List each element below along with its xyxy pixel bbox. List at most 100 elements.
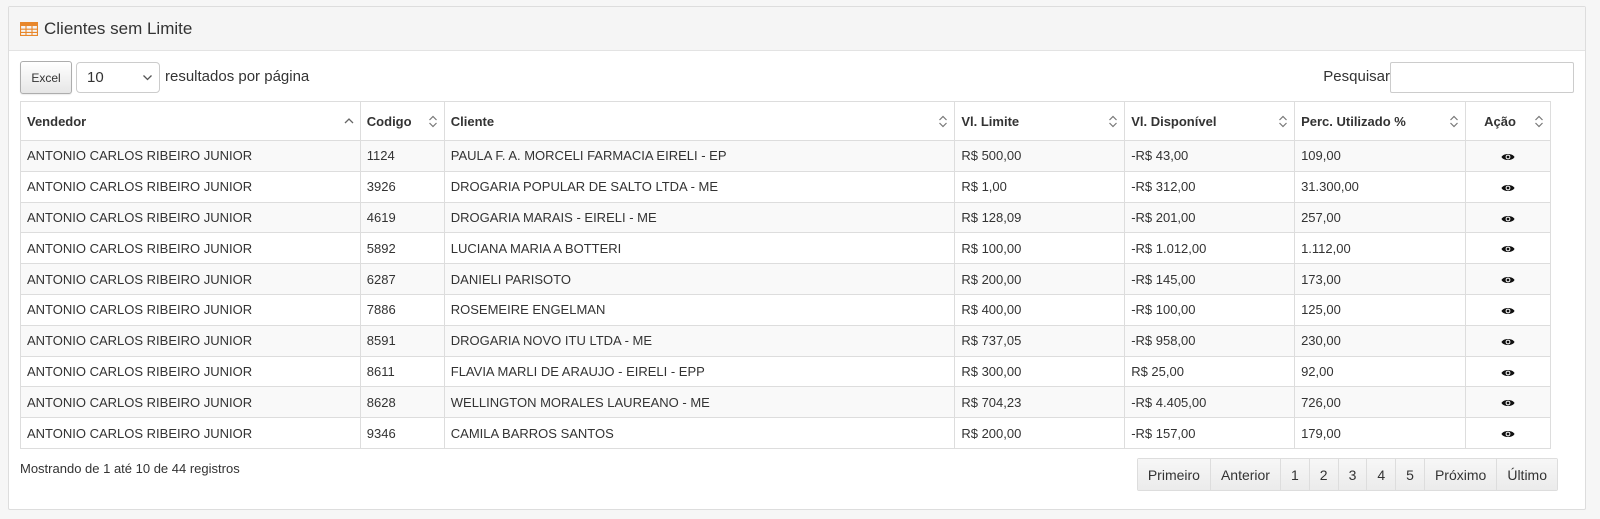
cell-codigo: 5892 [359,232,445,265]
eye-icon[interactable] [1501,275,1515,285]
eye-icon[interactable] [1501,183,1515,193]
search-label: Pesquisar [1323,68,1390,85]
pagination-primeiro[interactable]: Primeiro [1137,459,1210,490]
page-size-label: resultados por página [165,68,310,85]
column-header-label: Cliente [450,113,495,129]
cell-limite: R$ 400,00 [954,293,1126,326]
cell-cliente: DANIELI PARISOTO [443,263,956,295]
cell-action [1465,324,1551,357]
records-info: Mostrando de 1 até 10 de 44 registros [20,461,240,476]
column-header-label: Vl. Limite [961,113,1020,129]
cell-codigo: 8591 [359,324,445,357]
column-header-perc-utilizado[interactable]: Perc. Utilizado % [1294,101,1466,141]
cell-cliente: DROGARIA NOVO ITU LTDA - ME [443,324,956,357]
cell-disponivel: -R$ 145,00 [1124,263,1296,295]
table-header-row: Vendedor Codigo Cliente Vl. Limite Vl. Dispo… [20,101,1551,141]
cell-perc: 726,00 [1294,386,1466,419]
cell-vendedor: ANTONIO CARLOS RIBEIRO JUNIOR [20,386,361,419]
panel-title: Clientes sem Limite [44,18,193,38]
pagination: Primeiro Anterior 1 2 3 4 5 Próximo Último [1136,458,1558,491]
cell-disponivel: -R$ 312,00 [1124,170,1296,203]
table-row: ANTONIO CARLOS RIBEIRO JUNIOR 7886 ROSEMEI… [20,293,1551,326]
cell-codigo: 9346 [359,417,445,449]
cell-limite: R$ 500,00 [954,140,1126,172]
cell-vendedor: ANTONIO CARLOS RIBEIRO JUNIOR [20,170,361,203]
cell-perc: 1.112,00 [1294,232,1466,265]
cell-vendedor: ANTONIO CARLOS RIBEIRO JUNIOR [20,232,361,265]
column-header-vendedor[interactable]: Vendedor [20,101,361,141]
table-row: ANTONIO CARLOS RIBEIRO JUNIOR 5892 LUCIANA… [20,232,1551,265]
table-row: ANTONIO CARLOS RIBEIRO JUNIOR 8591 DROGARI… [20,324,1551,357]
table-toolbar: Excel 10 resultados por página Pesquisar [20,61,1574,95]
table-row: ANTONIO CARLOS RIBEIRO JUNIOR 4619 DROGARI… [20,201,1551,234]
cell-disponivel: -R$ 43,00 [1124,140,1296,172]
cell-perc: 125,00 [1294,293,1466,326]
eye-icon[interactable] [1501,306,1515,316]
cell-action [1465,140,1551,172]
cell-codigo: 8611 [359,355,445,388]
cell-perc: 109,00 [1294,140,1466,172]
column-header-cliente[interactable]: Cliente [443,101,956,141]
table-row: ANTONIO CARLOS RIBEIRO JUNIOR 6287 DANIELI… [20,263,1551,295]
cell-vendedor: ANTONIO CARLOS RIBEIRO JUNIOR [20,355,361,388]
column-header-label: Codigo [366,113,412,129]
table-row: ANTONIO CARLOS RIBEIRO JUNIOR 8611 FLAVIA … [20,355,1551,388]
table-row: ANTONIO CARLOS RIBEIRO JUNIOR 9346 CAMILA … [20,417,1551,449]
cell-perc: 257,00 [1294,201,1466,234]
cell-vendedor: ANTONIO CARLOS RIBEIRO JUNIOR [20,324,361,357]
cell-limite: R$ 100,00 [954,232,1126,265]
cell-codigo: 6287 [359,263,445,295]
cell-cliente: ROSEMEIRE ENGELMAN [443,293,956,326]
cell-limite: R$ 704,23 [954,386,1126,419]
pagination-page-2[interactable]: 2 [1308,459,1338,490]
cell-action [1465,201,1551,234]
cell-limite: R$ 737,05 [954,324,1126,357]
cell-disponivel: -R$ 958,00 [1124,324,1296,357]
table-row: ANTONIO CARLOS RIBEIRO JUNIOR 3926 DROGARI… [20,170,1551,203]
cell-perc: 173,00 [1294,263,1466,295]
cell-cliente: CAMILA BARROS SANTOS [443,417,956,449]
clients-table: Vendedor Codigo Cliente Vl. Limite Vl. Dispo… [20,101,1551,449]
pagination-proximo[interactable]: Próximo [1423,459,1497,490]
table-row: ANTONIO CARLOS RIBEIRO JUNIOR 8628 WELLING… [20,386,1551,419]
cell-perc: 230,00 [1294,324,1466,357]
page-size-select[interactable]: 10 [76,62,160,93]
pagination-page-4[interactable]: 4 [1366,459,1396,490]
excel-export-button[interactable]: Excel [20,61,72,94]
eye-icon[interactable] [1501,337,1515,347]
pagination-page-5[interactable]: 5 [1395,459,1424,490]
cell-perc: 31.300,00 [1294,170,1466,203]
cell-disponivel: R$ 25,00 [1124,355,1296,388]
column-header-a-o[interactable]: Ação [1465,101,1551,141]
cell-codigo: 8628 [359,386,445,419]
sort-both-icon [939,115,948,128]
eye-icon[interactable] [1501,398,1515,408]
pagination-page-3[interactable]: 3 [1337,459,1367,490]
eye-icon[interactable] [1501,152,1515,162]
eye-icon[interactable] [1501,368,1515,378]
search-input[interactable] [1390,62,1574,93]
cell-action [1465,293,1551,326]
cell-action [1465,232,1551,265]
chevron-down-icon [143,75,152,81]
pagination-anterior[interactable]: Anterior [1209,459,1280,490]
sort-both-icon [1279,115,1288,128]
cell-limite: R$ 128,09 [954,201,1126,234]
cell-disponivel: -R$ 4.405,00 [1124,386,1296,419]
cell-action [1465,355,1551,388]
cell-limite: R$ 200,00 [954,263,1126,295]
pagination-page-1[interactable]: 1 [1279,459,1309,490]
pagination-ultimo[interactable]: Último [1496,459,1557,490]
cell-disponivel: -R$ 201,00 [1124,201,1296,234]
column-header-vl-limite[interactable]: Vl. Limite [954,101,1126,141]
cell-limite: R$ 1,00 [954,170,1126,203]
column-header-codigo[interactable]: Codigo [359,101,445,141]
cell-disponivel: -R$ 100,00 [1124,293,1296,326]
column-header-vl-dispon-vel[interactable]: Vl. Disponível [1124,101,1296,141]
cell-vendedor: ANTONIO CARLOS RIBEIRO JUNIOR [20,140,361,172]
cell-vendedor: ANTONIO CARLOS RIBEIRO JUNIOR [20,293,361,326]
eye-icon[interactable] [1501,214,1515,224]
eye-icon[interactable] [1501,244,1515,254]
sort-both-icon [1109,115,1118,128]
eye-icon[interactable] [1501,429,1515,439]
